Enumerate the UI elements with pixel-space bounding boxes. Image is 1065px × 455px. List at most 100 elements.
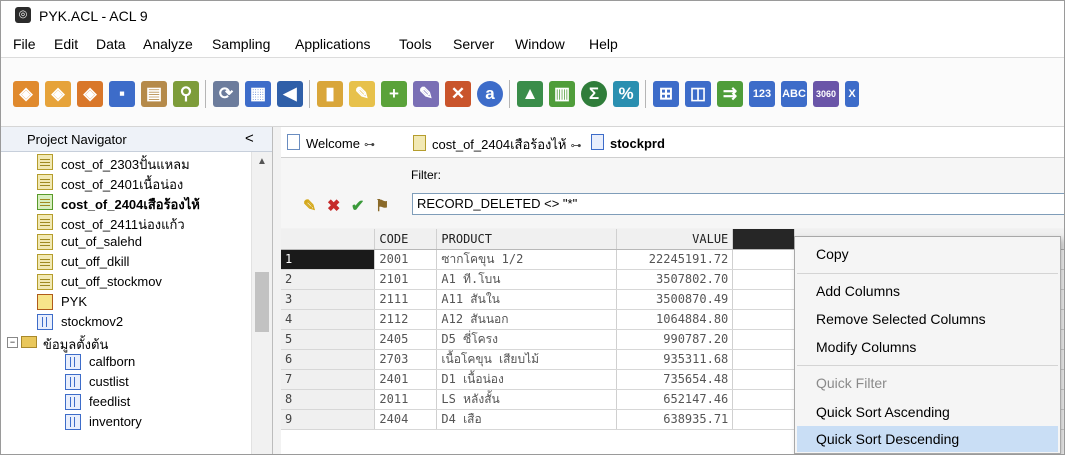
cell-product[interactable]: D1 เนื้อน่อง [436, 369, 618, 390]
tab-cost-of-2404[interactable]: cost_of_2404เสือร้องไห้ ⊶ [413, 134, 582, 155]
menu-item-modify-columns[interactable]: Modify Columns [797, 334, 1058, 360]
menu-analyze[interactable]: Analyze [143, 36, 193, 52]
row-number[interactable]: 9 [281, 409, 376, 430]
apply-filter-icon[interactable]: ✔ [351, 196, 364, 216]
tab-stockprd[interactable]: stockprd [591, 134, 665, 151]
table-layout-icon[interactable]: ▦ [245, 81, 271, 107]
cell-value[interactable]: 3507802.70 [616, 269, 734, 290]
cell-code[interactable]: 2011 [374, 389, 438, 410]
filter-input[interactable]: RECORD_DELETED <> "*" [412, 193, 1064, 215]
cell-product[interactable]: A1 ที.โบน [436, 269, 618, 290]
navigator-scrollbar[interactable]: ▲ [251, 152, 272, 454]
grid-table-icon [65, 394, 81, 410]
filter-label: Filter: [411, 168, 441, 182]
row-number[interactable]: 8 [281, 389, 376, 410]
menu-data[interactable]: Data [96, 36, 126, 52]
grid-table-icon [37, 314, 53, 330]
cell-value[interactable]: 735654.48 [616, 369, 734, 390]
percent-icon[interactable]: % [613, 81, 639, 107]
menu-item-quick-sort-ascending[interactable]: Quick Sort Ascending [797, 399, 1058, 425]
statistics-icon[interactable]: Σ [581, 81, 607, 107]
menu-tools[interactable]: Tools [399, 36, 432, 52]
save-icon[interactable]: ▪ [109, 81, 135, 107]
cell-value[interactable]: 3500870.49 [616, 289, 734, 310]
refresh-icon[interactable]: ⟳ [213, 81, 239, 107]
pin-icon[interactable]: ⊶ [364, 138, 375, 151]
column-header-value[interactable]: VALUE [616, 229, 734, 250]
row-number[interactable]: 7 [281, 369, 376, 390]
cell-value[interactable]: 22245191.72 [616, 249, 734, 270]
cell-code[interactable]: 2001 [374, 249, 438, 270]
alpha-sort-icon[interactable]: ABC [781, 81, 807, 107]
cell-value[interactable]: 652147.46 [616, 389, 734, 410]
pin-icon[interactable]: ⊶ [571, 139, 582, 152]
cell-code[interactable]: 2112 [374, 309, 438, 330]
cell-product[interactable]: A12 สันนอก [436, 309, 618, 330]
histogram-icon[interactable]: ▥ [549, 81, 575, 107]
cell-code[interactable]: 2101 [374, 269, 438, 290]
flag-icon[interactable]: ◀ [277, 81, 303, 107]
column-header-code[interactable]: CODE [374, 229, 438, 250]
menu-item-copy[interactable]: Copy [797, 241, 1058, 267]
menu-server[interactable]: Server [453, 36, 494, 52]
menu-file[interactable]: File [13, 36, 36, 52]
menu-applications[interactable]: Applications [295, 36, 371, 52]
cell-product[interactable]: D4 เสือ [436, 409, 618, 430]
cell-code[interactable]: 2401 [374, 369, 438, 390]
partial-toolbar-button[interactable]: X [845, 81, 859, 107]
cell-product[interactable]: เนื้อโคขุน เสียบไม้ [436, 349, 618, 370]
cell-value[interactable]: 990787.20 [616, 329, 734, 350]
chart-icon[interactable]: ▲ [517, 81, 543, 107]
collapse-toggle-icon[interactable]: − [7, 337, 18, 348]
open-project-icon[interactable]: ◈ [13, 81, 39, 107]
cell-value[interactable]: 935311.68 [616, 349, 734, 370]
numeric-sort-icon[interactable]: 123 [749, 81, 775, 107]
row-number[interactable]: 3 [281, 289, 376, 310]
edit-record-icon[interactable]: ✎ [413, 81, 439, 107]
open-table-icon[interactable]: ◈ [45, 81, 71, 107]
delete-record-icon[interactable]: ✕ [445, 81, 471, 107]
scrollbar-thumb[interactable] [255, 272, 269, 332]
menu-window[interactable]: Window [515, 36, 565, 52]
column-header-selected[interactable] [732, 229, 796, 250]
cell-product[interactable]: LS หลังสั้น [436, 389, 618, 410]
menu-sampling[interactable]: Sampling [212, 36, 270, 52]
row-number[interactable]: 5 [281, 329, 376, 350]
import-icon[interactable]: ◈ [77, 81, 103, 107]
row-number[interactable]: 2 [281, 269, 376, 290]
benford-icon[interactable]: 3060 [813, 81, 839, 107]
cell-product[interactable]: A11 สันใน [436, 289, 618, 310]
cell-code[interactable]: 2111 [374, 289, 438, 310]
notes-icon[interactable]: ▮ [317, 81, 343, 107]
menu-help[interactable]: Help [589, 36, 618, 52]
summarize-icon[interactable]: ⊞ [653, 81, 679, 107]
cell-code[interactable]: 2404 [374, 409, 438, 430]
tab-welcome[interactable]: Welcome ⊶ [287, 134, 375, 151]
menu-edit[interactable]: Edit [54, 36, 78, 52]
edit-command-icon[interactable]: ✎ [349, 81, 375, 107]
row-number[interactable]: 4 [281, 309, 376, 330]
scroll-up-icon[interactable]: ▲ [257, 156, 267, 167]
filter-history-icon[interactable]: ⚑ [375, 196, 389, 216]
edit-filter-icon[interactable]: ✎ [303, 196, 316, 216]
merge-icon[interactable]: ◫ [685, 81, 711, 107]
cell-value[interactable]: 1064884.80 [616, 309, 734, 330]
cell-code[interactable]: 2703 [374, 349, 438, 370]
row-number[interactable]: 1 [281, 249, 376, 270]
menu-item-add-columns[interactable]: Add Columns [797, 278, 1058, 304]
add-record-icon[interactable]: + [381, 81, 407, 107]
find-icon[interactable]: ⚲ [173, 81, 199, 107]
cell-code[interactable]: 2405 [374, 329, 438, 350]
remove-filter-icon[interactable]: ✖ [327, 196, 340, 216]
menu-item-remove-selected-columns[interactable]: Remove Selected Columns [797, 306, 1058, 332]
script-icon[interactable]: a [477, 81, 503, 107]
cell-product[interactable]: D5 ซี่โครง [436, 329, 618, 350]
cell-value[interactable]: 638935.71 [616, 409, 734, 430]
menu-item-quick-sort-descending[interactable]: Quick Sort Descending [797, 426, 1058, 452]
row-number[interactable]: 6 [281, 349, 376, 370]
cell-product[interactable]: ซากโคขุน 1/2 [436, 249, 618, 270]
column-header-product[interactable]: PRODUCT [436, 229, 618, 250]
collapse-navigator-button[interactable]: < [245, 130, 254, 147]
join-icon[interactable]: ⇉ [717, 81, 743, 107]
print-icon[interactable]: ▤ [141, 81, 167, 107]
